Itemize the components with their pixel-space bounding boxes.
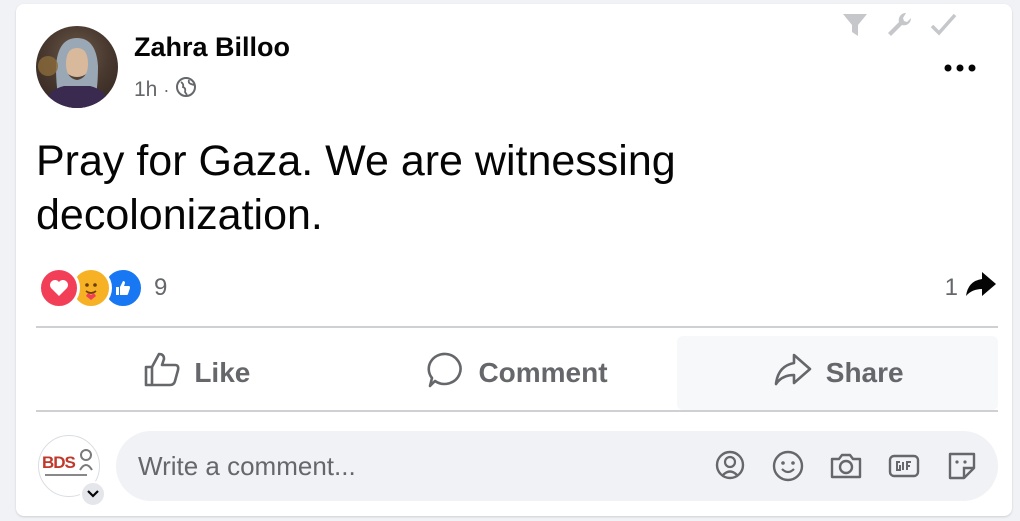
comment-icon (426, 350, 466, 397)
top-tools (840, 10, 958, 40)
share-label: Share (825, 357, 904, 388)
divider-bottom (36, 410, 998, 412)
comment-label: Comment (478, 357, 608, 388)
camera-icon[interactable] (828, 448, 864, 484)
share-arrow-icon (964, 270, 998, 305)
author-avatar[interactable] (36, 26, 118, 108)
post-time[interactable]: 1h (134, 78, 157, 102)
comment-tools (712, 448, 980, 484)
share-count[interactable]: 1 (945, 270, 998, 305)
love-icon (38, 267, 80, 309)
share-count-value: 1 (944, 273, 958, 301)
my-avatar-text: BDS (42, 453, 76, 472)
like-button[interactable]: Like (36, 336, 357, 410)
author-name[interactable]: Zahra Billoo (134, 32, 290, 63)
gif-icon[interactable] (886, 448, 922, 484)
share-button[interactable]: Share (677, 336, 999, 410)
more-options-button[interactable] (938, 52, 982, 84)
meta-separator: · (163, 79, 170, 100)
globe-icon (175, 76, 197, 104)
reaction-count[interactable]: 9 (154, 274, 167, 302)
comment-button[interactable]: Comment (357, 336, 678, 410)
reactions-summary[interactable]: 9 (38, 267, 167, 309)
chevron-down-icon[interactable] (80, 481, 106, 507)
post-card: Zahra Billoo 1h · Pray for Gaza. We are … (16, 4, 1012, 516)
divider-top (36, 326, 998, 328)
sticker-icon[interactable] (944, 448, 980, 484)
post-actions: Like Comment Share (36, 336, 999, 410)
avatar-sticker-icon[interactable] (712, 448, 748, 484)
avatar-logo-icon (79, 449, 93, 471)
wrench-icon[interactable] (884, 10, 914, 40)
post-meta: 1h · (134, 76, 197, 104)
post-text: Pray for Gaza. We are witnessing decolon… (36, 137, 676, 239)
share-icon (772, 350, 814, 397)
emoji-icon[interactable] (770, 448, 806, 484)
avatar-caption-line (45, 474, 87, 476)
checkmark-icon[interactable] (928, 10, 958, 40)
filter-icon[interactable] (840, 10, 870, 40)
like-icon (142, 350, 182, 397)
like-label: Like (194, 357, 251, 388)
comment-composer: BDS (36, 429, 998, 507)
